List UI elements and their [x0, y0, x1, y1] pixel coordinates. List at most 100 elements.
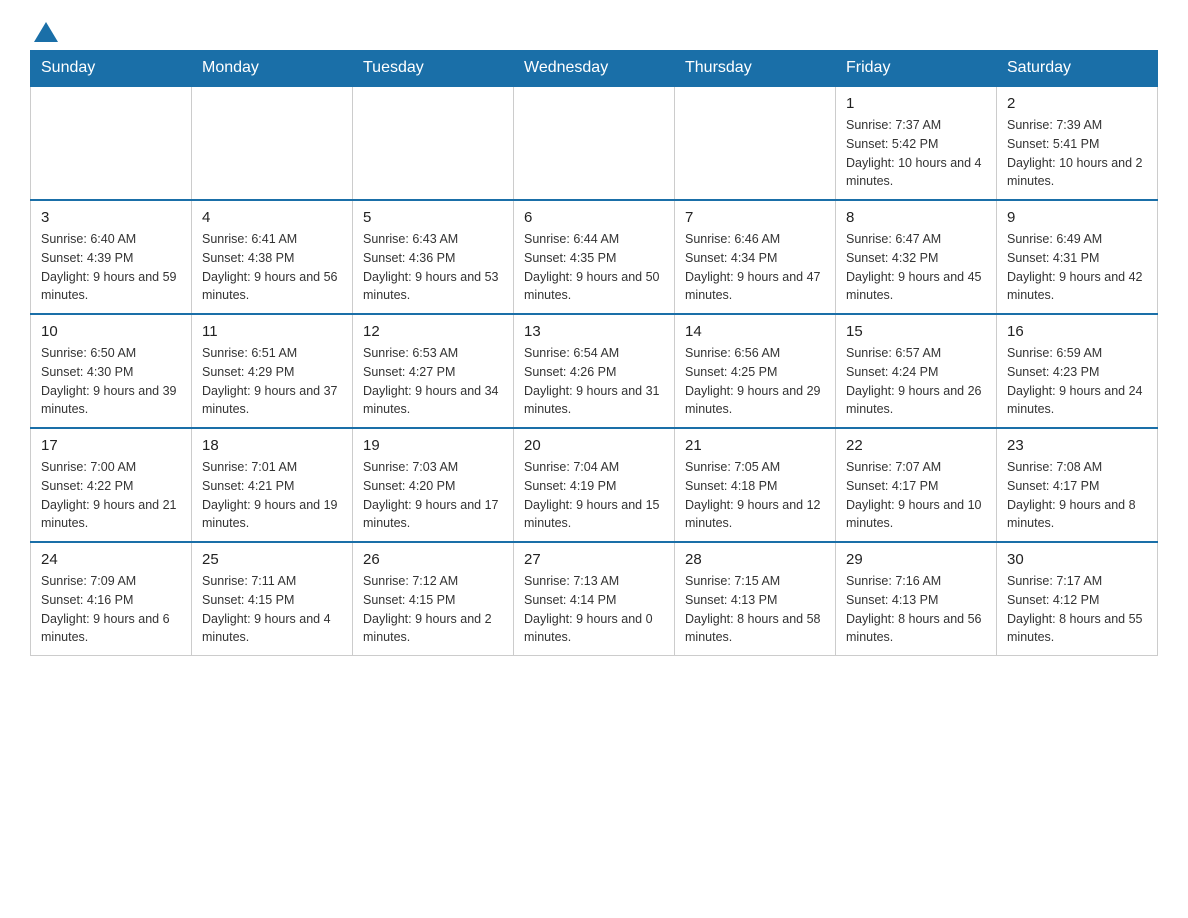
day-number: 16	[1007, 323, 1147, 340]
column-header-tuesday: Tuesday	[353, 51, 514, 87]
day-info: Sunrise: 7:08 AM Sunset: 4:17 PM Dayligh…	[1007, 458, 1147, 533]
day-number: 5	[363, 209, 503, 226]
calendar-cell: 10 Sunrise: 6:50 AM Sunset: 4:30 PM Dayli…	[31, 314, 192, 428]
day-number: 28	[685, 551, 825, 568]
calendar-cell: 4 Sunrise: 6:41 AM Sunset: 4:38 PM Daylig…	[192, 200, 353, 314]
day-number: 2	[1007, 95, 1147, 112]
day-info: Sunrise: 6:51 AM Sunset: 4:29 PM Dayligh…	[202, 344, 342, 419]
week-row-3: 10 Sunrise: 6:50 AM Sunset: 4:30 PM Dayli…	[31, 314, 1158, 428]
day-info: Sunrise: 6:53 AM Sunset: 4:27 PM Dayligh…	[363, 344, 503, 419]
day-info: Sunrise: 6:46 AM Sunset: 4:34 PM Dayligh…	[685, 230, 825, 305]
calendar-cell: 12 Sunrise: 6:53 AM Sunset: 4:27 PM Dayli…	[353, 314, 514, 428]
calendar-cell	[675, 86, 836, 200]
day-number: 22	[846, 437, 986, 454]
day-info: Sunrise: 6:44 AM Sunset: 4:35 PM Dayligh…	[524, 230, 664, 305]
day-info: Sunrise: 7:05 AM Sunset: 4:18 PM Dayligh…	[685, 458, 825, 533]
calendar-cell: 6 Sunrise: 6:44 AM Sunset: 4:35 PM Daylig…	[514, 200, 675, 314]
day-info: Sunrise: 7:12 AM Sunset: 4:15 PM Dayligh…	[363, 572, 503, 647]
day-info: Sunrise: 6:49 AM Sunset: 4:31 PM Dayligh…	[1007, 230, 1147, 305]
day-number: 26	[363, 551, 503, 568]
day-info: Sunrise: 6:43 AM Sunset: 4:36 PM Dayligh…	[363, 230, 503, 305]
calendar-cell	[192, 86, 353, 200]
calendar-cell: 13 Sunrise: 6:54 AM Sunset: 4:26 PM Dayli…	[514, 314, 675, 428]
week-row-2: 3Sunrise: 6:40 AM Sunset: 4:39 PM Daylig…	[31, 200, 1158, 314]
calendar-cell: 20 Sunrise: 7:04 AM Sunset: 4:19 PM Dayli…	[514, 428, 675, 542]
calendar-cell: 27 Sunrise: 7:13 AM Sunset: 4:14 PM Dayli…	[514, 542, 675, 656]
calendar-cell: 3Sunrise: 6:40 AM Sunset: 4:39 PM Daylig…	[31, 200, 192, 314]
day-number: 30	[1007, 551, 1147, 568]
day-info: Sunrise: 6:56 AM Sunset: 4:25 PM Dayligh…	[685, 344, 825, 419]
day-info: Sunrise: 7:04 AM Sunset: 4:19 PM Dayligh…	[524, 458, 664, 533]
day-number: 9	[1007, 209, 1147, 226]
column-header-saturday: Saturday	[997, 51, 1158, 87]
calendar-cell: 30 Sunrise: 7:17 AM Sunset: 4:12 PM Dayli…	[997, 542, 1158, 656]
page-header	[30, 20, 1158, 40]
calendar-cell: 16 Sunrise: 6:59 AM Sunset: 4:23 PM Dayli…	[997, 314, 1158, 428]
calendar-cell: 15 Sunrise: 6:57 AM Sunset: 4:24 PM Dayli…	[836, 314, 997, 428]
week-row-5: 24 Sunrise: 7:09 AM Sunset: 4:16 PM Dayli…	[31, 542, 1158, 656]
day-number: 18	[202, 437, 342, 454]
day-number: 17	[41, 437, 181, 454]
day-number: 4	[202, 209, 342, 226]
day-number: 23	[1007, 437, 1147, 454]
day-number: 14	[685, 323, 825, 340]
day-info: Sunrise: 7:13 AM Sunset: 4:14 PM Dayligh…	[524, 572, 664, 647]
day-info: Sunrise: 7:17 AM Sunset: 4:12 PM Dayligh…	[1007, 572, 1147, 647]
calendar-cell: 24 Sunrise: 7:09 AM Sunset: 4:16 PM Dayli…	[31, 542, 192, 656]
calendar-cell: 14 Sunrise: 6:56 AM Sunset: 4:25 PM Dayli…	[675, 314, 836, 428]
column-header-friday: Friday	[836, 51, 997, 87]
day-info: Sunrise: 6:57 AM Sunset: 4:24 PM Dayligh…	[846, 344, 986, 419]
day-info: Sunrise: 7:15 AM Sunset: 4:13 PM Dayligh…	[685, 572, 825, 647]
day-info: Sunrise: 6:59 AM Sunset: 4:23 PM Dayligh…	[1007, 344, 1147, 419]
calendar-cell: 29Sunrise: 7:16 AM Sunset: 4:13 PM Dayli…	[836, 542, 997, 656]
day-number: 25	[202, 551, 342, 568]
day-info: Sunrise: 7:11 AM Sunset: 4:15 PM Dayligh…	[202, 572, 342, 647]
column-header-wednesday: Wednesday	[514, 51, 675, 87]
day-info: Sunrise: 7:07 AM Sunset: 4:17 PM Dayligh…	[846, 458, 986, 533]
calendar-table: SundayMondayTuesdayWednesdayThursdayFrid…	[30, 50, 1158, 656]
calendar-cell: 11 Sunrise: 6:51 AM Sunset: 4:29 PM Dayli…	[192, 314, 353, 428]
day-number: 19	[363, 437, 503, 454]
day-number: 24	[41, 551, 181, 568]
calendar-cell: 22 Sunrise: 7:07 AM Sunset: 4:17 PM Dayli…	[836, 428, 997, 542]
calendar-cell	[353, 86, 514, 200]
day-info: Sunrise: 6:50 AM Sunset: 4:30 PM Dayligh…	[41, 344, 181, 419]
day-number: 27	[524, 551, 664, 568]
week-row-1: 1 Sunrise: 7:37 AM Sunset: 5:42 PM Daylig…	[31, 86, 1158, 200]
day-info: Sunrise: 6:41 AM Sunset: 4:38 PM Dayligh…	[202, 230, 342, 305]
day-number: 6	[524, 209, 664, 226]
day-info: Sunrise: 7:37 AM Sunset: 5:42 PM Dayligh…	[846, 116, 986, 191]
calendar-cell: 18 Sunrise: 7:01 AM Sunset: 4:21 PM Dayli…	[192, 428, 353, 542]
day-number: 1	[846, 95, 986, 112]
calendar-cell: 25 Sunrise: 7:11 AM Sunset: 4:15 PM Dayli…	[192, 542, 353, 656]
day-info: Sunrise: 6:40 AM Sunset: 4:39 PM Dayligh…	[41, 230, 181, 305]
calendar-cell	[31, 86, 192, 200]
column-header-monday: Monday	[192, 51, 353, 87]
column-header-thursday: Thursday	[675, 51, 836, 87]
calendar-cell: 21 Sunrise: 7:05 AM Sunset: 4:18 PM Dayli…	[675, 428, 836, 542]
day-number: 15	[846, 323, 986, 340]
day-number: 11	[202, 323, 342, 340]
day-number: 21	[685, 437, 825, 454]
column-header-sunday: Sunday	[31, 51, 192, 87]
logo-triangle-icon	[32, 18, 60, 46]
calendar-cell: 17Sunrise: 7:00 AM Sunset: 4:22 PM Dayli…	[31, 428, 192, 542]
day-number: 12	[363, 323, 503, 340]
calendar-cell	[514, 86, 675, 200]
day-info: Sunrise: 7:01 AM Sunset: 4:21 PM Dayligh…	[202, 458, 342, 533]
day-number: 7	[685, 209, 825, 226]
calendar-cell: 28 Sunrise: 7:15 AM Sunset: 4:13 PM Dayli…	[675, 542, 836, 656]
day-info: Sunrise: 6:54 AM Sunset: 4:26 PM Dayligh…	[524, 344, 664, 419]
day-info: Sunrise: 6:47 AM Sunset: 4:32 PM Dayligh…	[846, 230, 986, 305]
day-number: 20	[524, 437, 664, 454]
calendar-cell: 7 Sunrise: 6:46 AM Sunset: 4:34 PM Daylig…	[675, 200, 836, 314]
calendar-cell: 5 Sunrise: 6:43 AM Sunset: 4:36 PM Daylig…	[353, 200, 514, 314]
day-info: Sunrise: 7:09 AM Sunset: 4:16 PM Dayligh…	[41, 572, 181, 647]
day-info: Sunrise: 7:16 AM Sunset: 4:13 PM Dayligh…	[846, 572, 986, 647]
week-row-4: 17Sunrise: 7:00 AM Sunset: 4:22 PM Dayli…	[31, 428, 1158, 542]
calendar-header-row: SundayMondayTuesdayWednesdayThursdayFrid…	[31, 51, 1158, 87]
day-number: 13	[524, 323, 664, 340]
day-number: 10	[41, 323, 181, 340]
calendar-cell: 9 Sunrise: 6:49 AM Sunset: 4:31 PM Daylig…	[997, 200, 1158, 314]
calendar-cell: 19Sunrise: 7:03 AM Sunset: 4:20 PM Dayli…	[353, 428, 514, 542]
